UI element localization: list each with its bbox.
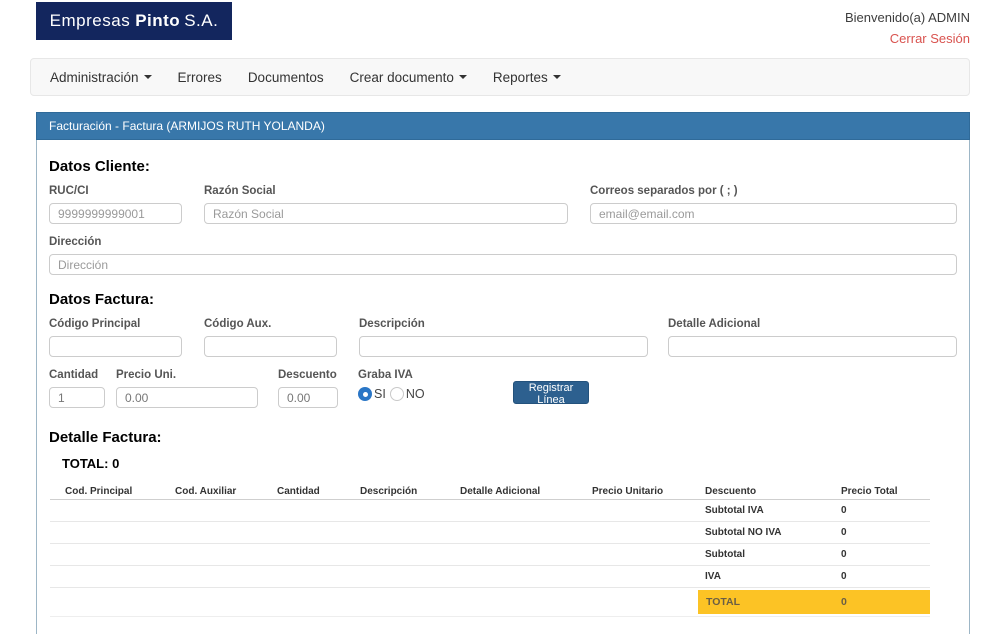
descuento-input[interactable] xyxy=(278,387,338,408)
cantidad-label: Cantidad xyxy=(49,369,105,381)
invoice-section-heading: Datos Factura: xyxy=(49,291,957,308)
summary-label: Subtotal IVA xyxy=(705,505,764,516)
logout-link[interactable]: Cerrar Sesión xyxy=(890,31,970,46)
total-line: TOTAL: 0 xyxy=(62,456,957,471)
detail-section-heading: Detalle Factura: xyxy=(49,429,957,446)
correos-input[interactable] xyxy=(590,203,957,224)
radio-si[interactable] xyxy=(358,387,372,401)
nav-item-documentos[interactable]: Documentos xyxy=(235,59,337,95)
direccion-input[interactable] xyxy=(49,254,957,275)
correos-label: Correos separados por ( ; ) xyxy=(590,185,957,197)
col-detalle-adicional: Detalle Adicional xyxy=(460,486,540,497)
codigo-principal-label: Código Principal xyxy=(49,318,182,330)
radio-no-label: NO xyxy=(406,387,425,401)
nav-item-label: Documentos xyxy=(248,70,324,85)
descripcion-input[interactable] xyxy=(359,336,648,357)
descuento-label: Descuento xyxy=(278,369,338,381)
col-cantidad: Cantidad xyxy=(277,486,320,497)
main-navbar: Administración Errores Documentos Crear … xyxy=(30,58,970,96)
caret-down-icon xyxy=(459,75,467,79)
summary-value: 0 xyxy=(841,505,847,516)
nav-item-administracion[interactable]: Administración xyxy=(37,59,165,95)
nav-item-reportes[interactable]: Reportes xyxy=(480,59,574,95)
panel-title: Facturación - Factura (ARMIJOS RUTH YOLA… xyxy=(36,112,970,140)
table-row-subtotal-iva: Subtotal IVA 0 xyxy=(50,500,930,522)
summary-value: 0 xyxy=(841,571,847,582)
summary-label: Subtotal xyxy=(705,549,745,560)
col-cod-auxiliar: Cod. Auxiliar xyxy=(175,486,236,497)
total-label: TOTAL xyxy=(706,596,740,608)
registrar-linea-button[interactable]: Registrar Línea xyxy=(513,381,589,404)
descripcion-label: Descripción xyxy=(359,318,648,330)
nav-item-label: Errores xyxy=(178,70,222,85)
radio-no[interactable] xyxy=(390,387,404,401)
nav-item-label: Crear documento xyxy=(350,70,454,85)
razon-social-input[interactable] xyxy=(204,203,568,224)
graba-iva-label: Graba IVA xyxy=(358,369,429,381)
invoice-panel: Facturación - Factura (ARMIJOS RUTH YOLA… xyxy=(36,112,970,634)
precio-uni-input[interactable] xyxy=(116,387,258,408)
col-precio-unitario: Precio Unitario xyxy=(592,486,663,497)
logo-text-prefix: Empresas xyxy=(50,11,131,31)
total-highlight-bar: TOTAL 0 xyxy=(698,590,930,614)
caret-down-icon xyxy=(144,75,152,79)
total-value: 0 xyxy=(841,596,847,608)
radio-si-label: SI xyxy=(374,387,386,401)
table-header-row: Cod. Principal Cod. Auxiliar Cantidad De… xyxy=(50,483,930,500)
col-descuento: Descuento xyxy=(705,486,756,497)
summary-value: 0 xyxy=(841,527,847,538)
client-row-2: Dirección xyxy=(49,236,957,275)
codigo-aux-input[interactable] xyxy=(204,336,337,357)
col-descripcion: Descripción xyxy=(360,486,417,497)
logo-text-suffix: S.A. xyxy=(184,11,218,31)
table-row-subtotal-no-iva: Subtotal NO IVA 0 xyxy=(50,522,930,544)
panel-body: Datos Cliente: RUC/CI Razón Social Corre… xyxy=(36,140,970,634)
nav-item-label: Reportes xyxy=(493,70,548,85)
direccion-label: Dirección xyxy=(49,236,957,248)
precio-uni-label: Precio Uni. xyxy=(116,369,258,381)
invoice-row-1: Código Principal Código Aux. Descripción… xyxy=(49,318,957,357)
codigo-aux-label: Código Aux. xyxy=(204,318,337,330)
top-header: Empresas Pinto S.A. Bienvenido(a) ADMIN … xyxy=(0,0,1000,52)
table-row-subtotal: Subtotal 0 xyxy=(50,544,930,566)
detalle-adicional-input[interactable] xyxy=(668,336,957,357)
summary-label: Subtotal NO IVA xyxy=(705,527,781,538)
detalle-adicional-label: Detalle Adicional xyxy=(668,318,957,330)
summary-value: 0 xyxy=(841,549,847,560)
nav-item-label: Administración xyxy=(50,70,139,85)
logo-text-bold: Pinto xyxy=(135,11,180,31)
client-row-1: RUC/CI Razón Social Correos separados po… xyxy=(49,185,957,224)
table-row-iva: IVA 0 xyxy=(50,566,930,588)
col-precio-total: Precio Total xyxy=(841,486,898,497)
col-cod-principal: Cod. Principal xyxy=(65,486,132,497)
cantidad-input[interactable] xyxy=(49,387,105,408)
ruc-input[interactable] xyxy=(49,203,182,224)
nav-item-crear-documento[interactable]: Crear documento xyxy=(337,59,480,95)
invoice-row-2: Cantidad Precio Uni. Descuento Graba IVA… xyxy=(49,369,957,415)
nav-item-errores[interactable]: Errores xyxy=(165,59,235,95)
detail-table: Cod. Principal Cod. Auxiliar Cantidad De… xyxy=(50,483,930,617)
summary-label: IVA xyxy=(705,571,721,582)
ruc-label: RUC/CI xyxy=(49,185,182,197)
razon-social-label: Razón Social xyxy=(204,185,568,197)
client-section-heading: Datos Cliente: xyxy=(49,158,957,175)
codigo-principal-input[interactable] xyxy=(49,336,182,357)
table-row-total: TOTAL 0 xyxy=(50,588,930,617)
caret-down-icon xyxy=(553,75,561,79)
company-logo: Empresas Pinto S.A. xyxy=(36,2,232,40)
welcome-text: Bienvenido(a) ADMIN xyxy=(845,10,970,25)
